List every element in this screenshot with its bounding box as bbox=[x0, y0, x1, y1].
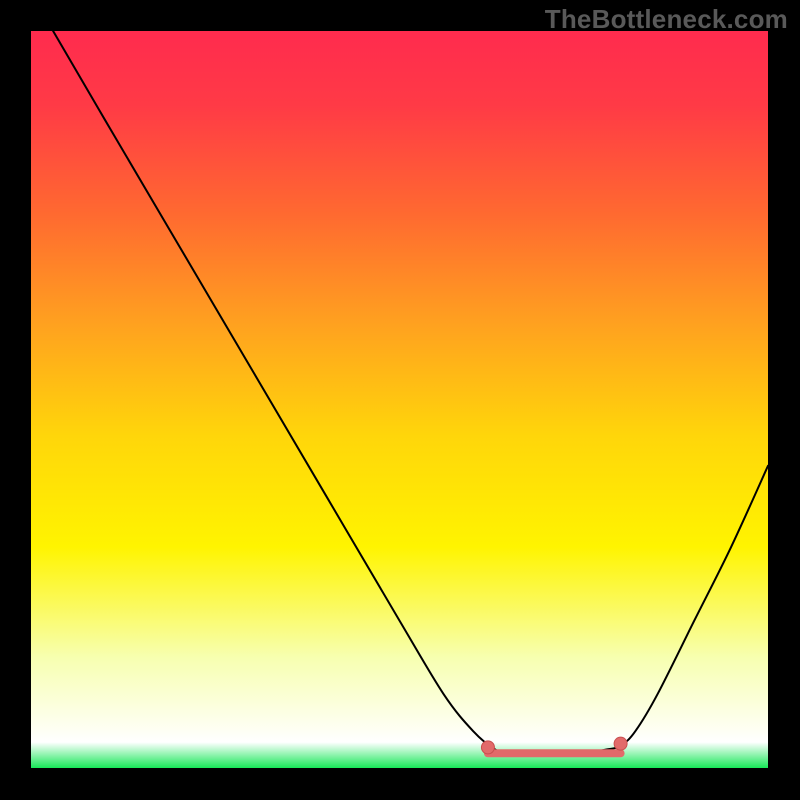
gradient-background bbox=[31, 31, 768, 768]
bottleneck-chart bbox=[31, 31, 768, 768]
chart-stage: TheBottleneck.com bbox=[0, 0, 800, 800]
range-end-marker bbox=[481, 741, 494, 754]
plot-area bbox=[31, 31, 768, 768]
range-end-marker bbox=[614, 737, 627, 750]
